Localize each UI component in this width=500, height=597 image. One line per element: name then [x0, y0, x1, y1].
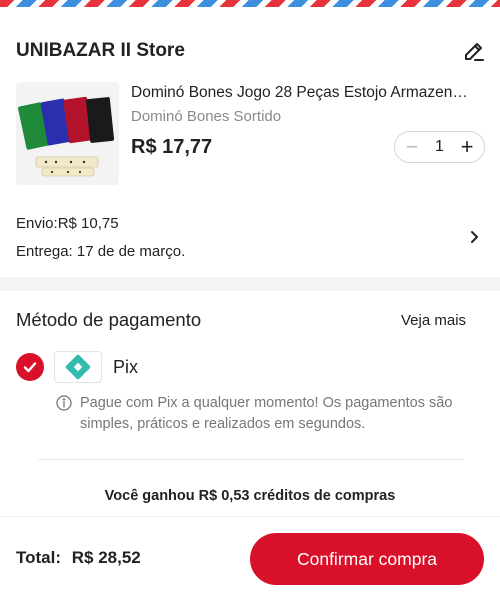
divider — [38, 459, 464, 460]
order-card: UNIBAZAR II Store Dominó Bones Jogo 28 P… — [0, 7, 500, 277]
total-value: R$ 28,52 — [71, 548, 141, 567]
chevron-right-icon — [471, 231, 478, 243]
credits-message: Você ganhou R$ 0,53 créditos de compras — [104, 488, 396, 504]
order-total: Total: R$ 28,52 — [16, 548, 141, 568]
airmail-border — [0, 0, 500, 7]
quantity-stepper: − 1 + — [394, 131, 485, 163]
shipping-fee: Envio:R$ 10,75 — [16, 215, 119, 232]
confirm-purchase-button[interactable]: Confirmar compra — [250, 533, 484, 585]
store-name: UNIBAZAR II Store — [16, 40, 185, 61]
pix-icon — [54, 351, 102, 383]
info-icon — [56, 395, 72, 411]
total-label: Total: — [16, 548, 62, 567]
quantity-value: 1 — [435, 138, 444, 155]
edit-icon[interactable] — [462, 39, 486, 63]
see-more-link[interactable]: Veja mais — [401, 312, 466, 329]
checkout-bar: Total: R$ 28,52 Confirmar compra — [0, 516, 500, 597]
minus-icon[interactable]: − — [403, 136, 421, 158]
payment-method-title: Método de pagamento — [16, 309, 202, 330]
delivery-date: Entrega: 17 de de março. — [16, 243, 186, 260]
plus-icon[interactable]: + — [458, 136, 476, 158]
product-variant[interactable]: Dominó Bones Sortido — [131, 108, 281, 125]
check-icon — [23, 362, 37, 373]
pix-description: Pague com Pix a qualquer momento! Os pag… — [80, 395, 453, 432]
payment-card: Método de pagamento Veja mais Pix Pague … — [0, 291, 500, 521]
product-image[interactable] — [16, 82, 119, 185]
pix-radio[interactable] — [16, 353, 44, 381]
shipping-row[interactable]: Envio:R$ 10,75 Entrega: 17 de de março. — [0, 207, 500, 277]
pix-label[interactable]: Pix — [113, 357, 138, 378]
product-price: R$ 17,77 — [131, 136, 213, 158]
product-title[interactable]: Dominó Bones Jogo 28 Peças Estojo Armaze… — [131, 84, 476, 102]
